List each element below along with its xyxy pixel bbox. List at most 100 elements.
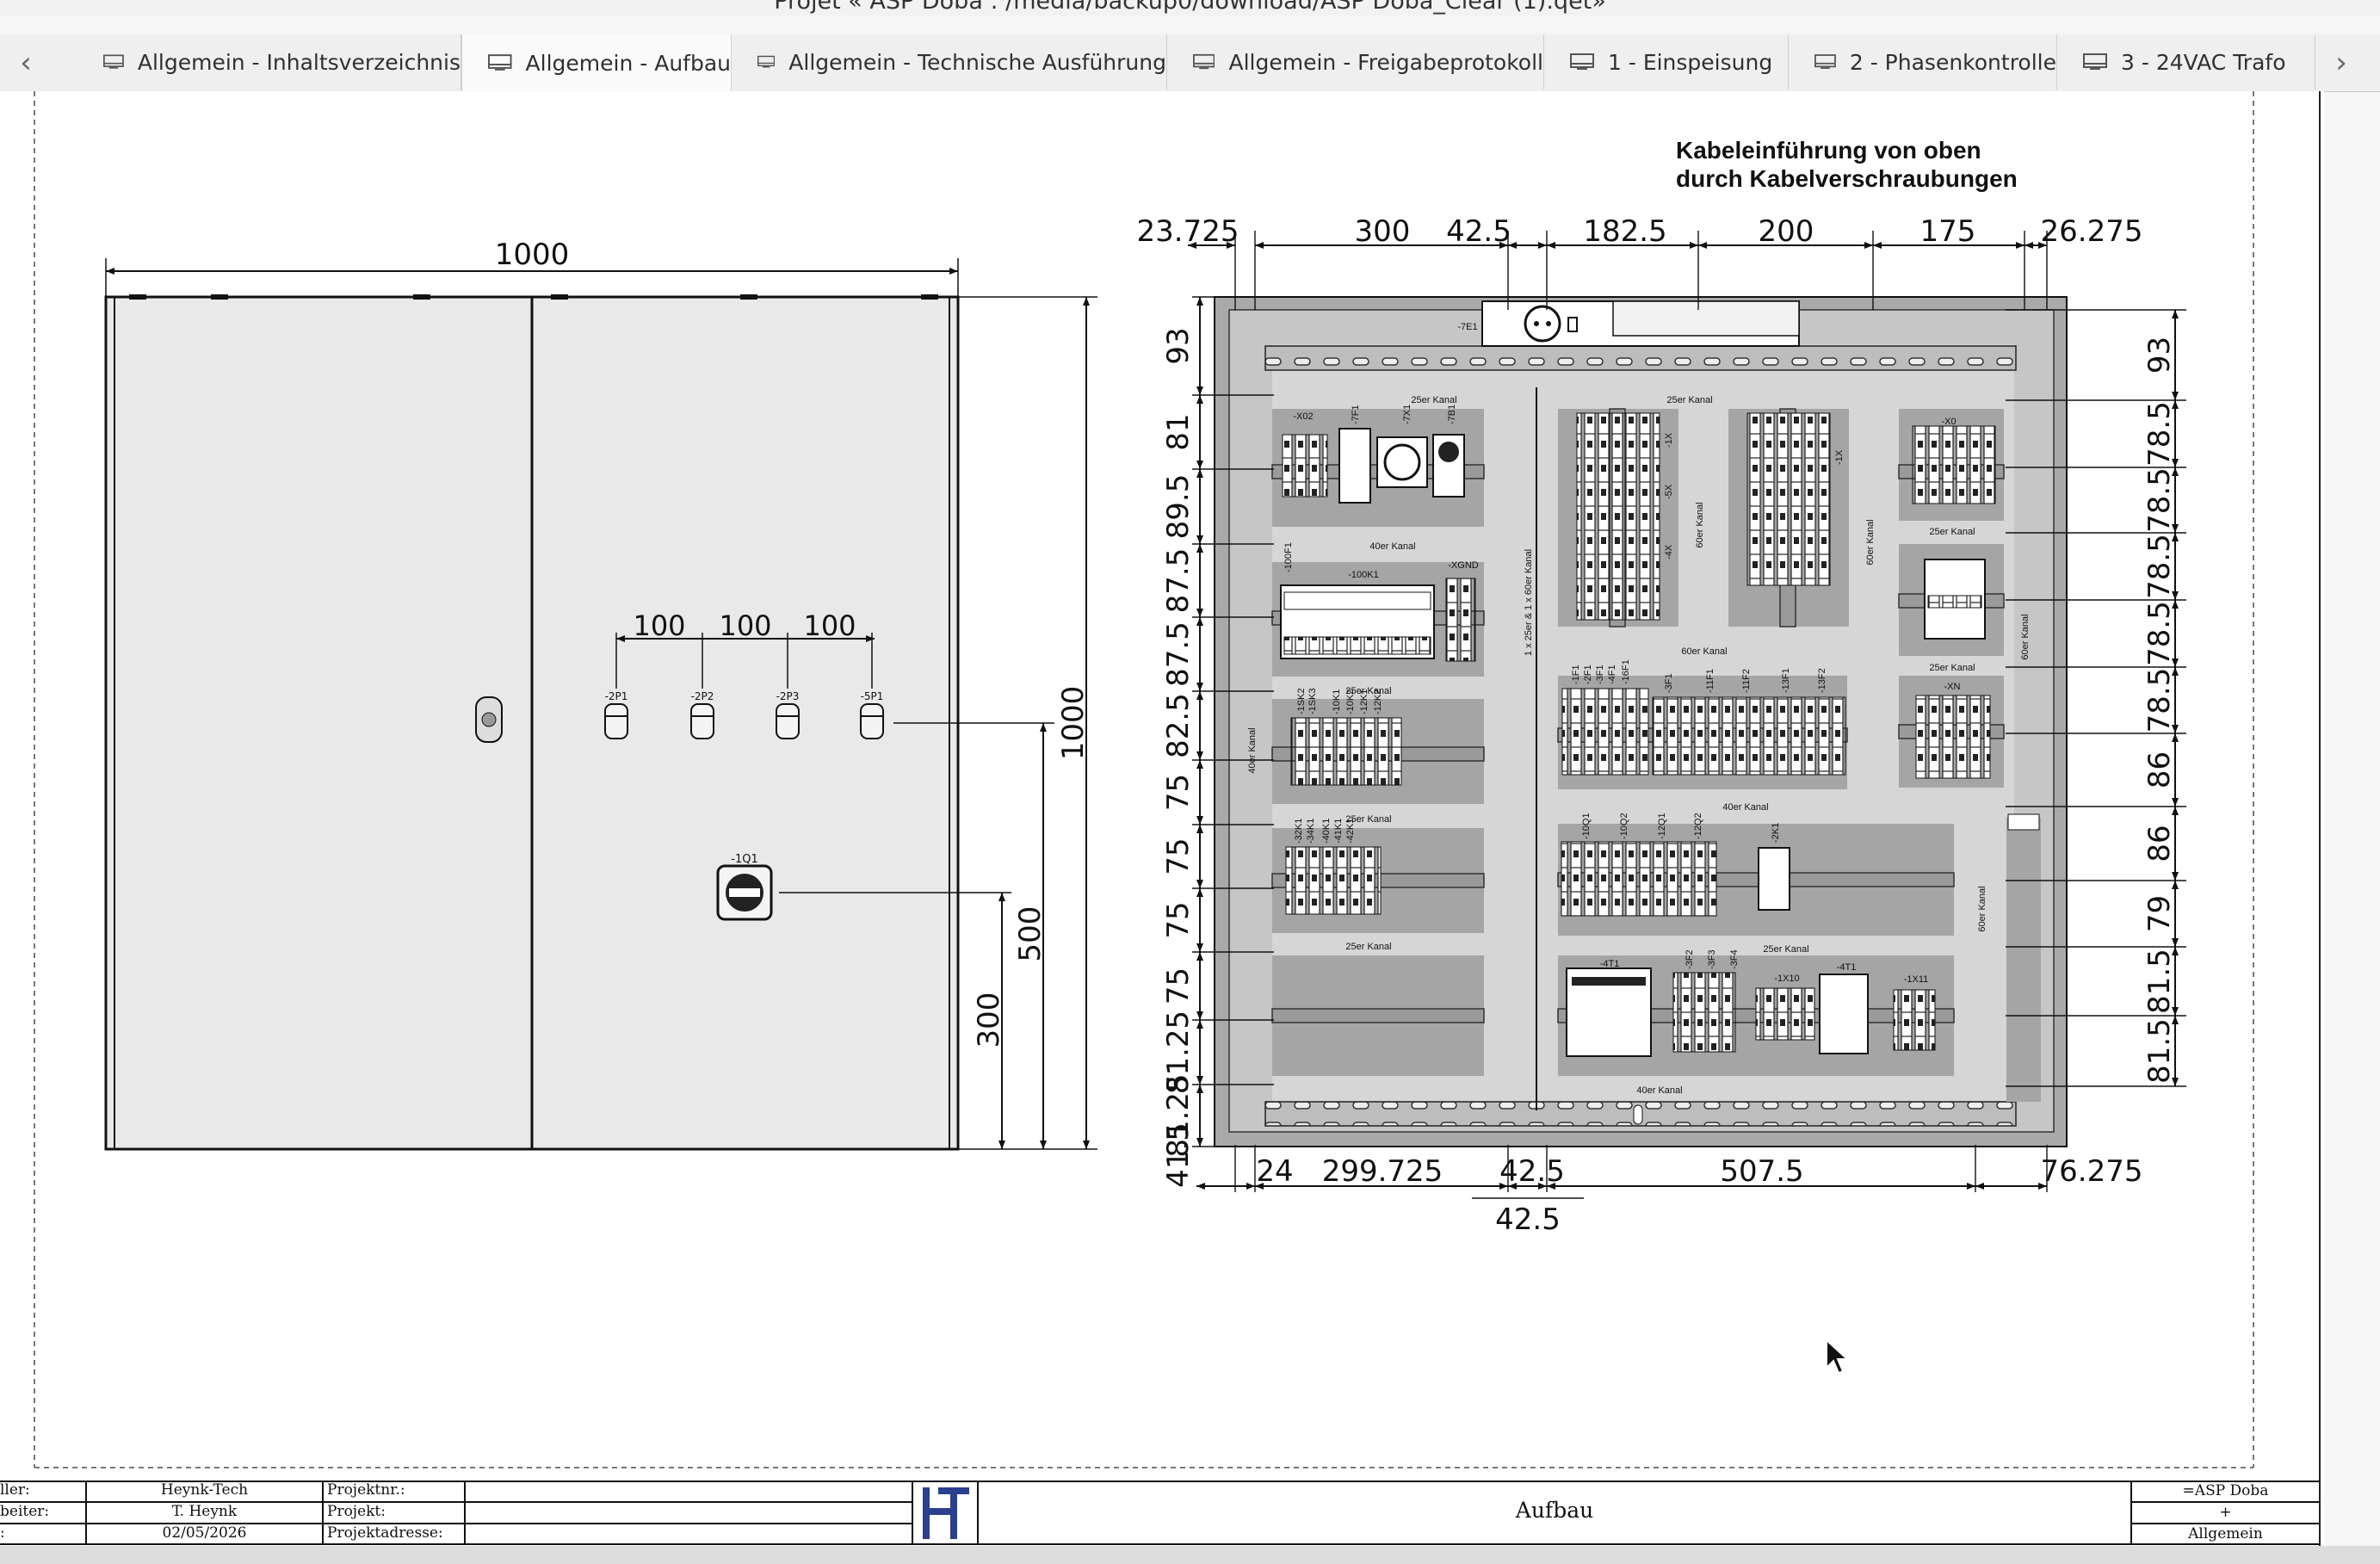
tab-24vac-trafo[interactable]: 3 - 24VAC Trafo (2057, 34, 2315, 90)
sheet-folio: Allgemein (2188, 1525, 2263, 1542)
sheet-icon (1814, 54, 1836, 69)
device-label: -4T1 (1600, 959, 1620, 969)
device-label: -100K1 (1348, 570, 1378, 580)
label-projektadresse: Projektadresse: (327, 1524, 443, 1542)
device-label: -3F1 (1664, 673, 1674, 693)
device-label: -7F1 (1351, 405, 1361, 424)
device-label: -10Q2 (1619, 813, 1629, 839)
lamp-label: -2P1 (605, 690, 628, 702)
sheet-icon (1570, 53, 1594, 70)
tab-aufbau[interactable]: Allgemein - Aufbau (461, 34, 732, 91)
tab-einspeisung[interactable]: 1 - Einspeisung (1544, 34, 1789, 90)
tab-scroll-left-button[interactable]: ‹ (0, 34, 52, 91)
window-title-bar: Projet « ASP Doba : /media/backup0/downl… (0, 0, 2380, 15)
switch-label: -1Q1 (731, 853, 757, 866)
device-label: -4X (1664, 544, 1674, 559)
dim-left: 75 (1161, 967, 1196, 1005)
dim-left: 75 (1161, 901, 1196, 938)
device-label: -1X10 (1774, 974, 1799, 984)
device-label: -12Q1 (1657, 813, 1667, 839)
tab-scroll-right-button[interactable]: › (2315, 34, 2367, 91)
duct-label: 60er Kanal (1681, 646, 1727, 657)
device-label: -4F1 (1607, 665, 1617, 684)
label-projektnr: Projektnr.: (327, 1481, 405, 1499)
horizontal-scrollbar[interactable] (0, 1546, 2380, 1564)
dim-h500: 500 (1013, 906, 1048, 962)
device-label: -1X11 (1904, 974, 1929, 985)
dim-right: 79 (2142, 895, 2177, 932)
duct-label: 40er Kanal (1722, 802, 1768, 813)
lamp-label: -2P3 (776, 690, 800, 702)
device-label: -12K1 (1359, 689, 1369, 714)
main-switch-icon (716, 864, 773, 921)
tab-label: Allgemein - Aufbau (525, 50, 731, 76)
tab-technische-ausfuehrung[interactable]: Allgemein - Technische Ausführung (732, 34, 1167, 90)
dim-right: 86 (2142, 825, 2177, 862)
dim-right: 86 (2142, 751, 2177, 788)
device-label: -7B1 (1447, 405, 1457, 424)
tab-label: Allgemein - Technische Ausführung (788, 49, 1166, 75)
dim-height: 1000 (1056, 686, 1091, 761)
device-label: -11F2 (1741, 669, 1752, 693)
dim-top: 26.275 (2041, 214, 2143, 249)
drawing-canvas[interactable]: 1000 100 100 100 1000 500 300 -2P1 -2P2 … (0, 91, 2380, 1546)
device-label: -40K1 (1321, 819, 1332, 844)
tab-label: Allgemein - Freigabeprotokoll (1228, 49, 1543, 75)
dim-top: 23.725 (1137, 214, 1239, 249)
tab-phasenkontrolle[interactable]: 2 - Phasenkontrolle (1789, 34, 2057, 90)
dim-bottom: 76.275 (2041, 1154, 2143, 1189)
dim-left: 89.5 (1161, 474, 1196, 540)
tab-inhaltsverzeichnis[interactable]: Allgemein - Inhaltsverzeichnis (77, 34, 461, 90)
device-label: -12Q2 (1693, 813, 1703, 839)
dim-bottom: 507.5 (1720, 1154, 1803, 1189)
heading-line-2: durch Kabelverschraubungen (1676, 165, 2018, 192)
sheet-icon (2083, 53, 2107, 70)
duct-label: 40er Kanal (1636, 1085, 1682, 1096)
value-bearbeiter: T. Heynk (171, 1503, 238, 1520)
tab-label: 1 - Einspeisung (1608, 49, 1773, 75)
device-label: -10K1 (1332, 689, 1342, 714)
device-label: -1SK3 (1307, 688, 1318, 714)
device-label: -34K1 (1306, 819, 1316, 844)
sheet-icon (757, 55, 776, 68)
dim-spacing: 100 (719, 609, 771, 642)
device-label: -4T1 (1837, 962, 1857, 973)
dim-right: 81.5 (2142, 1018, 2177, 1084)
duct-label: 60er Kanal (1977, 886, 1987, 931)
dim-right: 78.5 (2142, 467, 2177, 533)
dim-left: 82.5 (1161, 693, 1196, 758)
label-bearbeiter: beiter: (0, 1503, 50, 1520)
dim-right: 78.5 (2142, 668, 2177, 733)
dim-h300: 300 (972, 992, 1006, 1048)
dim-width: 1000 (495, 238, 570, 272)
duct-label: 40er Kanal (1247, 727, 1258, 773)
device-label: -X02 (1293, 411, 1313, 422)
duct-label: 40er Kanal (1369, 541, 1415, 552)
device-label: -42K1 (1345, 819, 1356, 844)
chevron-right-icon: › (2335, 46, 2347, 80)
dim-right: 78.5 (2142, 534, 2177, 599)
device-label: -X0 (1941, 417, 1956, 427)
label-ersteller: ller: (0, 1481, 30, 1499)
tab-label: 3 - 24VAC Trafo (2121, 49, 2286, 75)
dim-right: 78.5 (2142, 601, 2177, 666)
dim-bottom: 299.725 (1322, 1154, 1443, 1189)
sheet-tab-bar: ‹ Allgemein - Inhaltsverzeichnis Allgeme… (0, 34, 2380, 92)
device-label: -3F2 (1685, 949, 1695, 969)
device-label: -2K1 (1771, 823, 1781, 843)
device-label: -1SK2 (1296, 688, 1307, 714)
lamp-label: -2P2 (691, 690, 714, 702)
device-label: -11F1 (1705, 669, 1715, 693)
sheet-title: Aufbau (1515, 1498, 1594, 1523)
dim-left: 81 (1161, 413, 1196, 450)
device-label: -3F3 (1707, 949, 1717, 969)
window-title: Projet « ASP Doba : /media/backup0/downl… (774, 0, 1606, 15)
lamp-label: -5P1 (861, 690, 884, 702)
tab-freigabeprotokoll[interactable]: Allgemein - Freigabeprotokoll (1167, 34, 1544, 90)
duct-label: 25er Kanal (1666, 395, 1712, 405)
sheet-icon (1193, 53, 1215, 70)
chevron-left-icon: ‹ (20, 46, 32, 80)
dim-right: 78.5 (2142, 401, 2177, 467)
cable-entry-heading: Kabeleinführung von oben durch Kabelvers… (1676, 136, 2018, 193)
device-label: -2F1 (1583, 665, 1593, 684)
